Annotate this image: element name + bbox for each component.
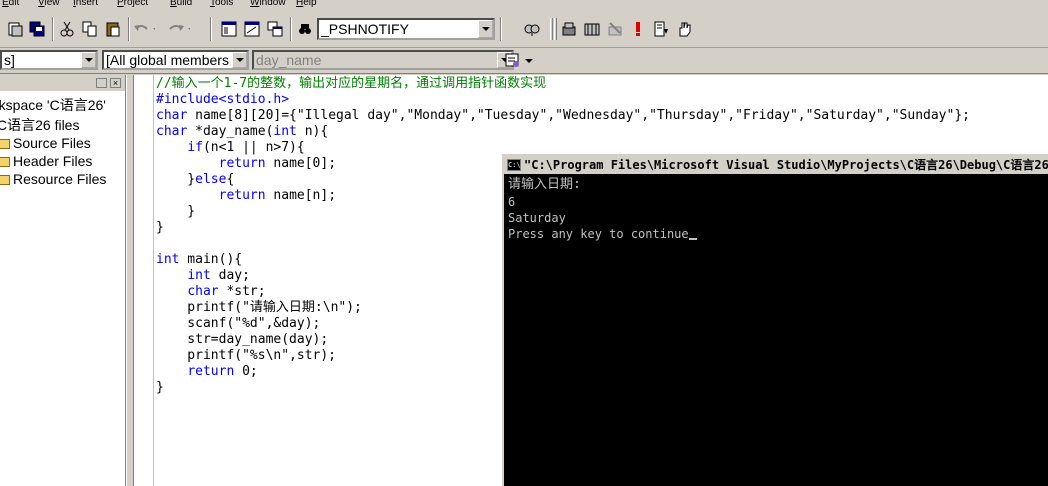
copy-icon[interactable] (79, 18, 101, 40)
function-combo[interactable]: day_name (252, 50, 514, 70)
code-line-7: }else{ (156, 172, 235, 187)
class-combo[interactable]: s] (0, 50, 98, 70)
code-line-16: scanf("%d",&day); (156, 316, 321, 331)
folder-icon (0, 157, 10, 167)
restore-icon[interactable] (96, 78, 107, 88)
menu-view[interactable]: View (38, 0, 60, 10)
workspace-icon[interactable] (218, 18, 240, 40)
wizard-bar: s] [All global members day_name (0, 48, 1048, 74)
menu-build[interactable]: Build (170, 0, 192, 10)
console-icon: C:\ (507, 159, 521, 171)
find-in-files-icon[interactable] (294, 18, 316, 40)
workspace-pane: × rkspace 'C语言26' C语言26 files Source Fil… (0, 75, 126, 486)
menu-project[interactable]: Project (117, 0, 148, 10)
standard-toolbar: _PSHNOTIFY (0, 10, 1048, 48)
save-all-icon[interactable] (26, 18, 48, 40)
wizard-bar-icon[interactable] (502, 50, 524, 72)
members-combo[interactable]: [All global members (102, 50, 249, 70)
go-icon[interactable] (650, 18, 672, 40)
menu-help[interactable]: Help (296, 0, 317, 10)
workspace-root[interactable]: rkspace 'C语言26' (0, 97, 106, 114)
code-line-2: #include<stdio.h> (156, 92, 290, 107)
menu-insert[interactable]: Insert (73, 0, 98, 10)
folder-icon (0, 139, 10, 149)
menu-tools[interactable]: Tools (210, 0, 233, 10)
menu-window[interactable]: Window (250, 0, 286, 10)
close-icon[interactable]: × (110, 78, 121, 88)
redo-icon[interactable] (168, 18, 190, 40)
msvc-ide-window: Edit View Insert Project Build Tools Win… (0, 0, 1048, 486)
project-node[interactable]: C语言26 files (0, 117, 79, 134)
wizard-icon[interactable] (521, 18, 543, 40)
console-line-4: Press any key to continue (508, 226, 697, 242)
console-title: "C:\Program Files\Microsoft Visual Studi… (524, 158, 1048, 172)
code-line-4: char *day_name(int n){ (156, 124, 329, 139)
code-line-15: printf("请输入日期:\n"); (156, 300, 362, 315)
pane-splitter[interactable] (126, 75, 134, 486)
code-line-1: //输入一个1-7的整数，输出对应的星期名，通过调用指针函数实现 (156, 76, 547, 91)
code-line-3: char name[8][20]={"Illegal day","Monday"… (156, 108, 970, 123)
output-icon[interactable] (241, 18, 263, 40)
code-line-12: int main(){ (156, 252, 243, 267)
workspace-title-bar: × (0, 75, 125, 91)
code-line-9: } (156, 204, 196, 219)
code-line-5: if(n<1 || n>7){ (187, 140, 305, 155)
build-icon[interactable] (581, 18, 603, 40)
code-line-13: int day; (187, 268, 250, 283)
find-combo[interactable]: _PSHNOTIFY (317, 18, 495, 40)
new-file-icon[interactable] (4, 18, 26, 40)
cut-icon[interactable] (56, 18, 78, 40)
folder-icon (0, 175, 10, 185)
chevron-down-icon[interactable] (478, 20, 493, 38)
text-cursor (688, 238, 697, 240)
chevron-down-icon[interactable] (81, 52, 96, 68)
compile-icon[interactable] (558, 18, 580, 40)
source-files-folder[interactable]: Source Files (0, 135, 91, 152)
editor-margin[interactable] (134, 75, 154, 486)
code-line-3-rest: name[8][20]={"Illegal day","Monday","Tue… (187, 108, 970, 123)
code-line-19: return 0; (187, 364, 258, 379)
console-line-2: 6 (508, 195, 516, 209)
code-line-14: char *str; (187, 284, 266, 299)
console-title-bar[interactable]: C:\ "C:\Program Files\Microsoft Visual S… (504, 156, 1048, 174)
code-line-6: return name[0]; (218, 156, 337, 171)
console-line-3: Saturday (508, 211, 566, 225)
console-line-1: 请输入日期: (508, 177, 581, 192)
header-files-folder[interactable]: Header Files (0, 153, 92, 170)
code-line-10: } (156, 220, 164, 235)
chevron-down-icon[interactable] (232, 52, 247, 68)
window-list-icon[interactable] (264, 18, 286, 40)
menu-edit[interactable]: Edit (2, 0, 19, 10)
code-line-8: return name[n]; (218, 188, 337, 203)
stop-build-icon[interactable] (604, 18, 626, 40)
code-line-20: } (156, 380, 164, 395)
resource-files-folder[interactable]: Resource Files (0, 171, 106, 188)
console-window[interactable]: C:\ "C:\Program Files\Microsoft Visual S… (502, 154, 1048, 486)
execute-icon[interactable] (627, 18, 649, 40)
code-line-17: str=day_name(day); (156, 332, 329, 347)
undo-icon[interactable] (133, 18, 155, 40)
hand-icon[interactable] (673, 18, 695, 40)
menu-bar: Edit View Insert Project Build Tools Win… (0, 0, 1048, 10)
paste-icon[interactable] (102, 18, 124, 40)
chevron-down-icon[interactable] (522, 50, 536, 72)
code-line-18: printf("%s\n",str); (156, 348, 337, 363)
